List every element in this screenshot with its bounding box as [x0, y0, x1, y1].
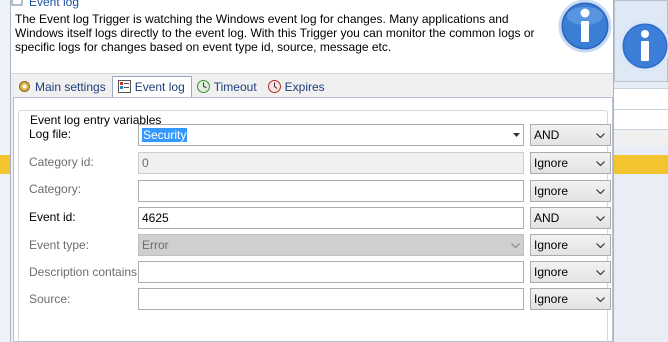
background-left-edge — [0, 0, 10, 342]
event-type-value: Error — [142, 238, 169, 252]
event-log-icon — [11, 0, 23, 6]
tab-label: Expires — [284, 80, 325, 94]
event-log-dialog: Event log The Event log Trigger is watch… — [10, 0, 614, 342]
tab-expires[interactable]: Expires — [263, 77, 331, 97]
log-file-combo[interactable]: Security — [138, 124, 524, 146]
tab-event-log[interactable]: Event log — [111, 76, 192, 98]
source-field[interactable] — [138, 288, 524, 310]
background-highlight-row — [0, 155, 10, 174]
log-file-label: Log file: — [29, 127, 72, 141]
category-id-value: 0 — [142, 156, 149, 170]
category-label: Category: — [29, 182, 82, 196]
dialog-description: The Event log Trigger is watching the Wi… — [15, 12, 535, 54]
event-log-entry-group: Event log entry variables Log file: Secu… — [18, 110, 611, 342]
event-type-combo[interactable]: Error — [138, 234, 524, 256]
background-highlight-row — [614, 155, 668, 174]
info-icon — [619, 20, 668, 72]
chevron-down-icon — [596, 216, 605, 221]
category-id-label: Category id: — [29, 155, 94, 169]
tab-label: Timeout — [213, 80, 257, 94]
chevron-down-icon — [511, 243, 520, 248]
expires-icon — [267, 80, 281, 93]
event-id-label: Event id: — [29, 210, 76, 224]
event-type-label: Event type: — [29, 238, 90, 252]
description-contains-field[interactable] — [138, 261, 524, 283]
log-file-operator-select[interactable]: AND — [530, 124, 611, 146]
category-id-operator-select[interactable]: Ignore — [530, 152, 611, 174]
operator-value: Ignore — [534, 292, 569, 306]
chevron-down-icon — [596, 161, 605, 166]
tab-strip: Main settings Event log Timeout Expires — [13, 76, 331, 98]
category-field[interactable] — [138, 180, 524, 202]
chevron-down-icon — [513, 133, 520, 137]
dialog-header: Event log The Event log Trigger is watch… — [11, 0, 613, 74]
chevron-down-icon — [596, 270, 605, 275]
source-operator-select[interactable]: Ignore — [530, 288, 611, 310]
log-file-value: Security — [142, 128, 188, 142]
dialog-title: Event log — [29, 0, 80, 9]
settings-icon — [19, 81, 30, 92]
tab-label: Main settings — [35, 80, 106, 94]
operator-value: AND — [534, 211, 560, 225]
description-contains-operator-select[interactable]: Ignore — [530, 261, 611, 283]
operator-value: Ignore — [534, 265, 569, 279]
event-id-value: 4625 — [142, 211, 169, 225]
tab-label: Event log — [134, 80, 185, 94]
source-label: Source: — [29, 292, 71, 306]
operator-value: Ignore — [534, 184, 569, 198]
chevron-down-icon — [596, 133, 605, 138]
operator-value: Ignore — [534, 238, 569, 252]
event-log-tab-panel: Event log entry variables Log file: Secu… — [13, 97, 613, 342]
chevron-down-icon — [596, 297, 605, 302]
event-log-icon — [117, 80, 131, 93]
tab-main-settings[interactable]: Main settings — [13, 77, 112, 97]
tab-timeout[interactable]: Timeout — [192, 77, 263, 97]
chevron-down-icon — [596, 243, 605, 248]
category-id-field[interactable]: 0 — [138, 152, 524, 174]
chevron-down-icon — [596, 189, 605, 194]
description-contains-label: Description contains: — [29, 265, 141, 279]
category-operator-select[interactable]: Ignore — [530, 180, 611, 202]
operator-value: Ignore — [534, 156, 569, 170]
event-id-operator-select[interactable]: AND — [530, 207, 611, 229]
event-type-operator-select[interactable]: Ignore — [530, 234, 611, 256]
event-id-field[interactable]: 4625 — [138, 207, 524, 229]
timeout-icon — [196, 80, 210, 93]
info-icon — [558, 0, 612, 53]
operator-value: AND — [534, 128, 560, 142]
